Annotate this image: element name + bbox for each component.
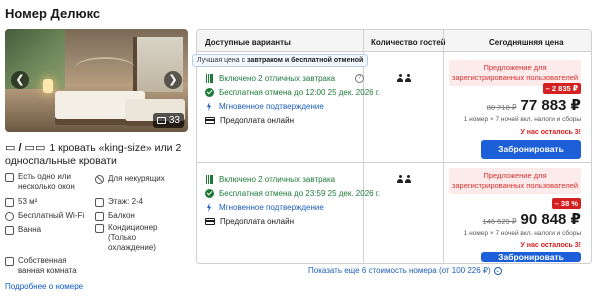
photo-lamp — [43, 79, 53, 93]
feature-label: Бесплатная отмена до 23:59 25 дек. 2026 … — [219, 189, 380, 198]
feature-label: Предоплата онлайн — [220, 116, 294, 125]
stairs-icon — [95, 198, 104, 207]
room-title: Номер Делюкс — [5, 6, 101, 21]
old-price: 146 529 ₽ — [482, 217, 517, 226]
person-icon — [405, 175, 411, 183]
price-note: 1 номер × 7 ночей вкл. налоги и сборы — [463, 230, 581, 237]
feature-label: Предоплата онлайн — [220, 217, 294, 226]
amenity-label: Есть одно или несколько окон — [18, 172, 75, 191]
amenity-private-bathroom: Собственная ванная комната — [5, 256, 83, 276]
amenity-label: Собственная ванная комната — [18, 256, 77, 275]
wifi-icon — [5, 212, 14, 221]
amenity-bath: Ванна — [5, 225, 87, 235]
guests-icon — [397, 74, 413, 83]
feature-prepay: Предоплата онлайн — [205, 116, 294, 125]
image-icon — [156, 117, 166, 124]
price-line: 146 529 ₽ 90 848 ₽ — [483, 210, 581, 228]
person-icon — [405, 74, 411, 82]
photo-prev-icon[interactable]: ❮ — [11, 71, 29, 89]
discount-badge: – 2 835 ₽ — [542, 83, 581, 94]
amenity-balcony: Балкон — [95, 211, 185, 221]
person-icon — [397, 175, 403, 183]
book-button[interactable]: Забронировать — [481, 252, 581, 262]
photo-count: 33 — [168, 115, 180, 126]
old-price: 80 718 ₽ — [486, 103, 517, 112]
bed-info: ▭ / ▭▭ 1 кровать «king-size» или 2 односп… — [5, 142, 188, 168]
header-options: Доступные варианты — [205, 38, 291, 47]
amenity-wifi: Бесплатный Wi-Fi — [5, 211, 93, 221]
header-guests: Количество гостей — [371, 38, 446, 47]
room-details-link[interactable]: Подробнее о номере — [5, 282, 83, 291]
amenity-window: Есть одно или несколько окон — [5, 172, 87, 192]
discount-badge: – 38 % — [551, 198, 581, 209]
shower-icon — [5, 257, 14, 266]
show-more-rates-link[interactable]: Показать еще 6 стоимость номера (от 100 … — [308, 266, 502, 275]
check-icon — [205, 189, 214, 198]
amenity-floor: Этаж: 2-4 — [95, 197, 185, 207]
rate-row: Включено 2 отличных завтрака Бесплатная … — [197, 163, 591, 263]
person-icon — [397, 74, 403, 82]
credit-card-icon — [205, 218, 215, 225]
bathtub-icon — [5, 226, 14, 235]
table-header: Доступные варианты Количество гостей Сег… — [197, 30, 591, 52]
amenity-label: Для некурящих — [108, 174, 165, 183]
feature-instant: Мгновенное подтверждение — [205, 102, 324, 111]
amenity-label: Этаж: 2-4 — [108, 197, 144, 206]
room-photo[interactable]: ❮ ❯ 33 — [5, 29, 188, 132]
feature-label: Включено 2 отличных завтрака — [219, 74, 336, 83]
feature-label: Мгновенное подтверждение — [219, 203, 324, 212]
feature-cancellation: Бесплатная отмена до 23:59 25 дек. 2026 … — [205, 189, 380, 198]
price-note: 1 номер × 7 ночей вкл. налоги и сборы — [463, 116, 581, 123]
lightning-icon — [205, 102, 214, 111]
rate-row: Включено 2 отличных завтрака ? Бесплатна… — [197, 52, 591, 163]
no-smoking-icon — [95, 175, 104, 184]
feature-label: Бесплатная отмена до 12:00 25 дек. 2026 … — [219, 88, 380, 97]
feature-cancellation: Бесплатная отмена до 12:00 25 дек. 2026 … — [205, 88, 380, 97]
guests-icon — [397, 175, 413, 184]
snowflake-icon — [95, 224, 104, 233]
book-button[interactable]: Забронировать — [481, 140, 581, 159]
photo-count-badge[interactable]: 33 — [152, 113, 184, 128]
photo-next-icon[interactable]: ❯ — [164, 71, 182, 89]
tooltip-bold: завтраком и бесплатной отменой — [247, 57, 364, 64]
help-icon[interactable]: ? — [355, 74, 364, 83]
lightning-icon — [205, 203, 214, 212]
member-promo: Предложение для зарегистрированных польз… — [449, 168, 581, 194]
amenity-label: 53 м² — [18, 197, 38, 206]
amenity-ac: Кондиционер (Только охлаждение) — [95, 223, 158, 253]
book-button-label: Забронировать — [498, 252, 564, 262]
feature-prepay: Предоплата онлайн — [205, 217, 294, 226]
amenity-label: Кондиционер (Только охлаждение) — [108, 223, 158, 252]
check-icon — [205, 88, 214, 97]
fork-icon — [205, 74, 214, 83]
window-icon — [5, 173, 14, 182]
feature-label: Мгновенное подтверждение — [219, 102, 324, 111]
availability-note: У нас осталось 3! — [520, 129, 581, 136]
balcony-icon — [95, 212, 104, 221]
show-more-rates-label: Показать еще 6 стоимость номера (от 100 … — [308, 266, 491, 275]
amenity-label: Балкон — [108, 211, 135, 220]
chevron-down-icon: ⌄ — [493, 266, 502, 275]
best-price-tooltip: Лучшая цена с завтраком и бесплатной отм… — [192, 54, 369, 67]
current-price: 77 883 ₽ — [520, 97, 581, 114]
area-icon — [5, 198, 14, 207]
bed-icon: ▭ / ▭▭ — [5, 142, 46, 154]
credit-card-icon — [205, 117, 215, 124]
amenity-label: Бесплатный Wi-Fi — [18, 211, 85, 220]
feature-breakfast: Включено 2 отличных завтрака — [205, 74, 335, 83]
amenity-area: 53 м² — [5, 197, 87, 207]
amenity-label: Ванна — [18, 225, 42, 234]
tooltip-prefix: Лучшая цена с — [197, 57, 248, 64]
price-line: 80 718 ₽ 77 883 ₽ — [487, 96, 581, 114]
availability-note: У нас осталось 3! — [520, 242, 581, 249]
fork-icon — [205, 175, 214, 184]
header-price: Сегодняшняя цена — [489, 38, 564, 47]
feature-label: Включено 2 отличных завтрака — [219, 175, 336, 184]
photo-wall-art — [75, 57, 135, 79]
feature-breakfast: Включено 2 отличных завтрака — [205, 175, 335, 184]
current-price: 90 848 ₽ — [520, 211, 581, 228]
feature-instant: Мгновенное подтверждение — [205, 203, 324, 212]
amenity-nonsmoking: Для некурящих — [95, 174, 185, 184]
